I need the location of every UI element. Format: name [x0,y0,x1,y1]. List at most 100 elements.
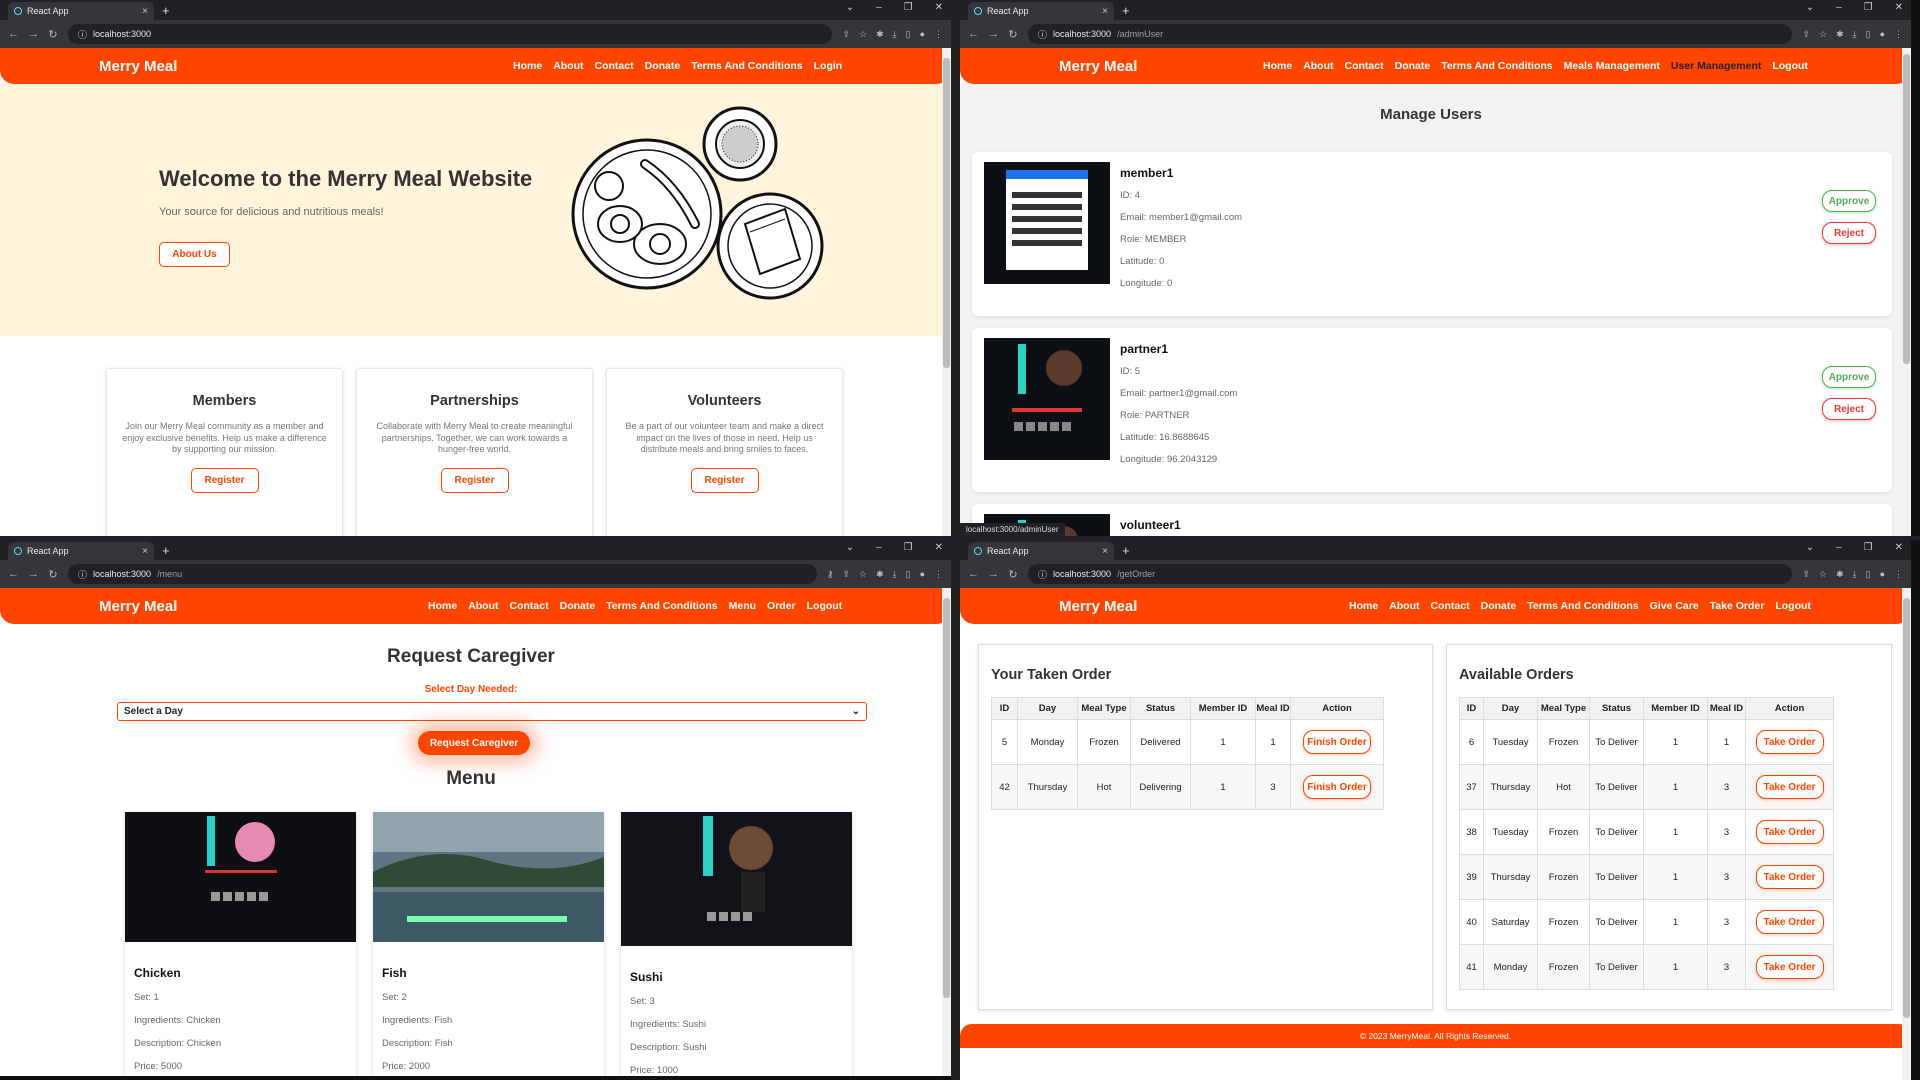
nav-contact[interactable]: Contact [1345,60,1384,72]
nav-meals-management[interactable]: Meals Management [1564,60,1660,72]
nav-donate[interactable]: Donate [1481,600,1517,612]
take-order-button[interactable]: Take Order [1755,955,1824,979]
site-logo[interactable]: Merry Meal [99,598,177,615]
nav-contact[interactable]: Contact [595,60,634,72]
browser-tab[interactable]: React App × [968,2,1114,20]
meal-card[interactable]: Chicken Set: 1 Ingredients: Chicken Desc… [125,812,356,1076]
close-window-icon[interactable]: ✕ [935,542,943,553]
site-logo[interactable]: Merry Meal [1059,58,1137,75]
address-bar[interactable]: ⓘ localhost:3000/adminUser [1028,24,1793,44]
reload-icon[interactable]: ↻ [1008,568,1018,581]
download-icon[interactable]: ⤓ [1853,569,1857,580]
nav-logout[interactable]: Logout [1772,60,1808,72]
close-window-icon[interactable]: ✕ [1895,542,1903,553]
close-tab-icon[interactable]: × [142,6,148,17]
back-icon[interactable]: ← [968,28,979,40]
profile-icon[interactable]: ● [1880,569,1885,580]
finish-order-button[interactable]: Finish Order [1303,775,1371,799]
address-bar[interactable]: ⓘ localhost:3000/menu [68,564,817,584]
meal-card[interactable]: Fish Set: 2 Ingredients: Fish Descriptio… [373,812,604,1076]
nav-user-management[interactable]: User Management [1671,60,1761,72]
star-icon[interactable]: ☆ [1819,569,1827,580]
restore-icon[interactable]: ❐ [904,2,913,13]
take-order-button[interactable]: Take Order [1755,820,1824,844]
back-icon[interactable]: ← [8,28,19,40]
request-caregiver-button[interactable]: Request Caregiver [418,731,530,755]
chevron-down-icon[interactable]: ⌄ [846,2,854,13]
forward-icon[interactable]: → [988,568,999,580]
star-icon[interactable]: ☆ [1819,29,1827,40]
menu-icon[interactable]: ⋮ [934,569,943,580]
register-partnerships-button[interactable]: Register [440,468,509,494]
close-tab-icon[interactable]: × [1102,546,1108,557]
nav-about[interactable]: About [553,60,583,72]
nav-contact[interactable]: Contact [510,600,549,612]
reject-button[interactable]: Reject [1822,222,1876,244]
take-order-button[interactable]: Take Order [1755,730,1824,754]
close-tab-icon[interactable]: × [142,546,148,557]
menu-icon[interactable]: ⋮ [934,29,943,40]
nav-give-care[interactable]: Give Care [1650,600,1699,612]
finish-order-button[interactable]: Finish Order [1303,730,1371,754]
site-logo[interactable]: Merry Meal [99,58,177,75]
nav-home[interactable]: Home [513,60,542,72]
nav-about[interactable]: About [1303,60,1333,72]
day-select[interactable]: Select a Day ⌄ [117,702,867,721]
star-icon[interactable]: ☆ [859,569,867,580]
approve-button[interactable]: Approve [1822,366,1876,388]
nav-about[interactable]: About [468,600,498,612]
nav-terms[interactable]: Terms And Conditions [1441,60,1552,72]
share-icon[interactable]: ⇪ [1802,29,1810,40]
take-order-button[interactable]: Take Order [1755,865,1824,889]
nav-take-order[interactable]: Take Order [1710,600,1765,612]
download-icon[interactable]: ⤓ [893,29,897,40]
forward-icon[interactable]: → [28,28,39,40]
reload-icon[interactable]: ↻ [48,28,58,41]
sidepanel-icon[interactable]: ▯ [1866,29,1871,40]
scrollbar[interactable] [942,48,951,536]
chevron-down-icon[interactable]: ⌄ [846,542,854,553]
sidepanel-icon[interactable]: ▯ [906,569,911,580]
nav-home[interactable]: Home [1349,600,1378,612]
scrollbar-thumb[interactable] [943,58,950,368]
nav-login[interactable]: Login [814,60,843,72]
profile-icon[interactable]: ● [920,569,925,580]
nav-home[interactable]: Home [428,600,457,612]
nav-donate[interactable]: Donate [1395,60,1431,72]
approve-button[interactable]: Approve [1822,190,1876,212]
reject-button[interactable]: Reject [1822,398,1876,420]
site-logo[interactable]: Merry Meal [1059,598,1137,615]
menu-icon[interactable]: ⋮ [1894,29,1903,40]
nav-logout[interactable]: Logout [1775,600,1811,612]
extensions-icon[interactable]: ✱ [1836,569,1844,580]
address-bar[interactable]: ⓘ localhost:3000 [68,24,833,44]
scrollbar[interactable] [1902,48,1911,536]
take-order-button[interactable]: Take Order [1755,775,1824,799]
nav-logout[interactable]: Logout [807,600,843,612]
restore-icon[interactable]: ❐ [1864,2,1873,13]
address-bar[interactable]: ⓘ localhost:3000/getOrder [1028,564,1793,584]
minimize-icon[interactable]: – [876,2,882,13]
share-icon[interactable]: ⇪ [842,29,850,40]
about-us-button[interactable]: About Us [159,242,230,267]
extensions-icon[interactable]: ✱ [876,29,884,40]
profile-icon[interactable]: ● [920,29,925,40]
register-members-button[interactable]: Register [190,468,259,494]
scrollbar[interactable] [1902,588,1911,1080]
restore-icon[interactable]: ❐ [904,542,913,553]
browser-tab[interactable]: React App × [968,542,1114,560]
nav-donate[interactable]: Donate [560,600,596,612]
download-icon[interactable]: ⤓ [1853,29,1857,40]
sidepanel-icon[interactable]: ▯ [906,29,911,40]
take-order-button[interactable]: Take Order [1755,910,1824,934]
back-icon[interactable]: ← [8,568,19,580]
new-tab-icon[interactable]: + [162,3,170,18]
meal-card[interactable]: Sushi Set: 3 Ingredients: Sushi Descript… [621,812,852,1076]
download-icon[interactable]: ⤓ [893,569,897,580]
close-window-icon[interactable]: ✕ [1895,2,1903,13]
close-window-icon[interactable]: ✕ [935,2,943,13]
browser-tab[interactable]: React App × [8,2,154,20]
star-icon[interactable]: ☆ [859,29,867,40]
reload-icon[interactable]: ↻ [1008,28,1018,41]
browser-tab[interactable]: React App × [8,542,154,560]
